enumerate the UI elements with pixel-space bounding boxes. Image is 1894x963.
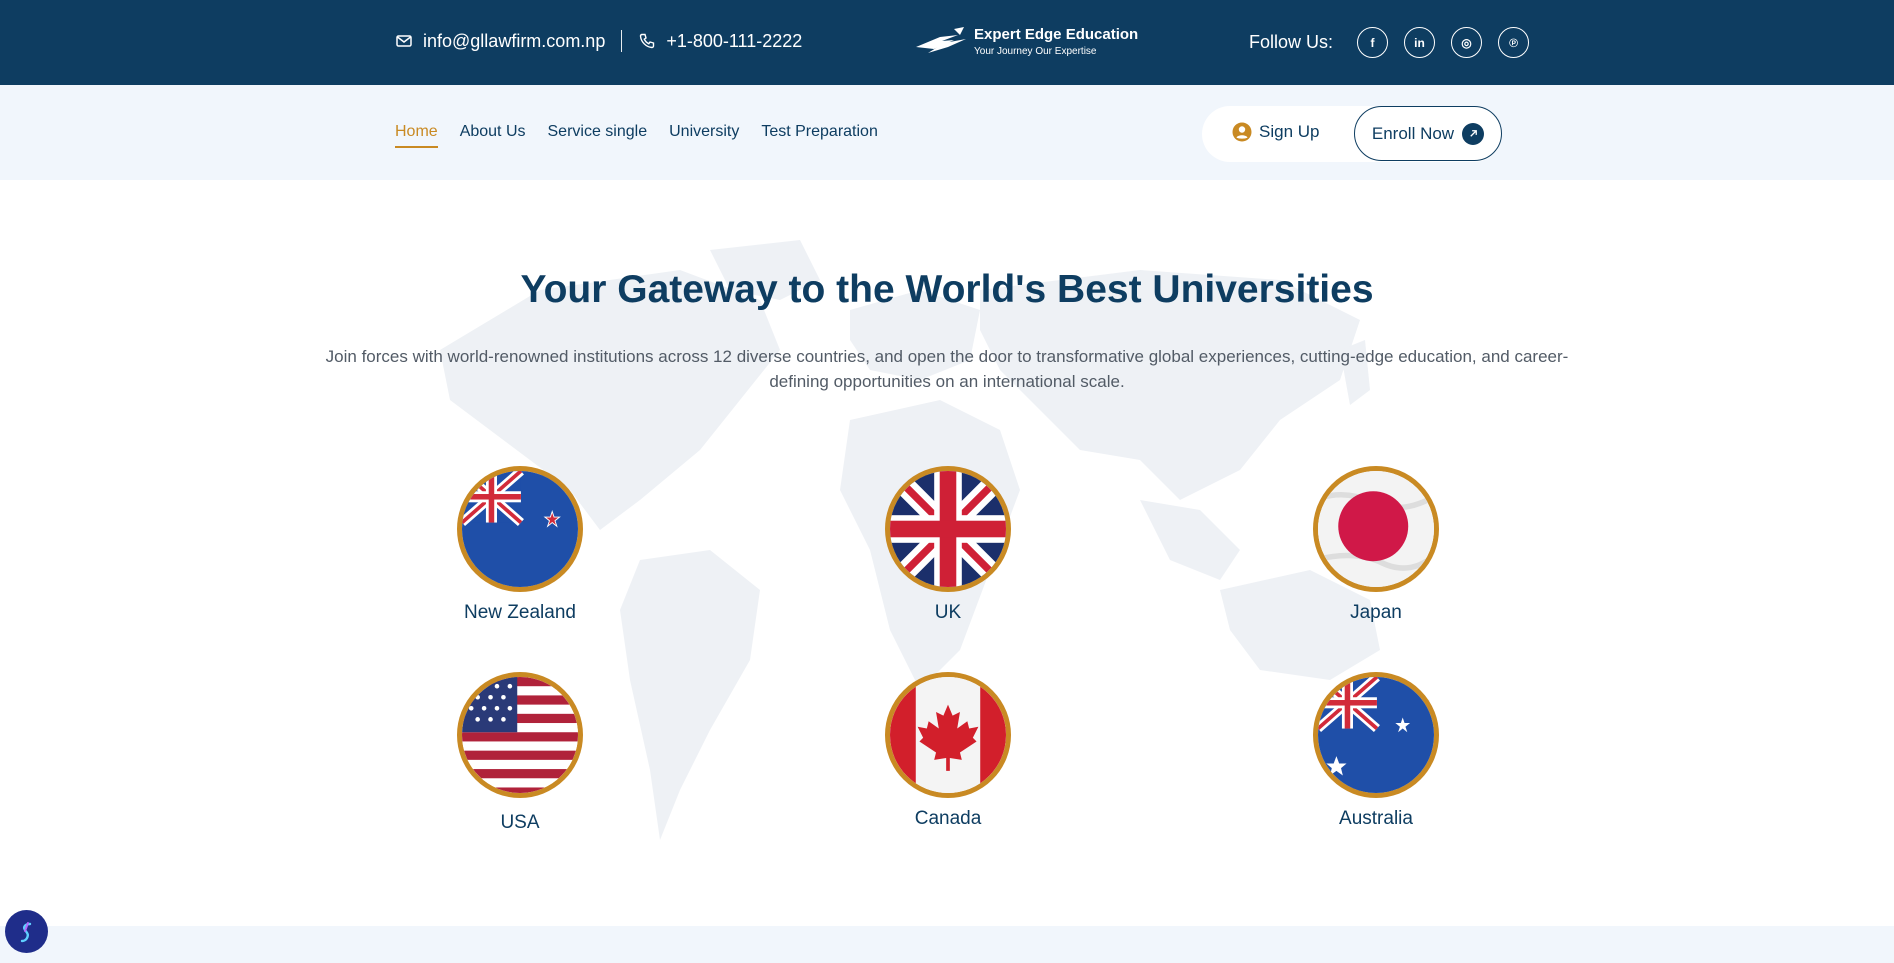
divider xyxy=(621,30,623,52)
country-card-new-zealand[interactable]: New Zealand xyxy=(420,466,620,624)
country-card-uk[interactable]: UK xyxy=(848,466,1048,624)
country-name-uk: UK xyxy=(934,602,962,623)
chat-widget-icon xyxy=(20,921,31,942)
country-name-canada: Canada xyxy=(914,808,982,829)
phone-icon xyxy=(638,32,656,50)
nav-item-university[interactable]: University xyxy=(669,123,739,148)
nav-item-test-preparation[interactable]: Test Preparation xyxy=(761,123,878,148)
country-name-new-zealand: New Zealand xyxy=(464,602,576,623)
japan-flag-icon xyxy=(1313,466,1439,592)
nav-item-service-single[interactable]: Service single xyxy=(548,123,648,148)
arrow-up-right-icon xyxy=(1462,122,1485,145)
follow-label: Follow Us: xyxy=(1249,32,1334,52)
enroll-label: Enroll Now xyxy=(1371,123,1455,143)
canada-flag-icon xyxy=(885,672,1011,798)
user-icon xyxy=(1232,122,1252,142)
australia-flag-icon xyxy=(1313,672,1439,798)
uk-flag-icon xyxy=(885,466,1011,592)
nav-bar: Home About Us Service single University … xyxy=(0,85,1894,180)
phone-link[interactable]: +1-800-111-2222 xyxy=(666,31,802,52)
instagram-icon[interactable]: ◎ xyxy=(1451,27,1483,58)
pinterest-icon[interactable]: ℗ xyxy=(1498,27,1530,58)
top-bar: info@gllawfirm.com.np +1-800-111-2222 Ex… xyxy=(0,0,1894,85)
page-description: Join forces with world-renowned institut… xyxy=(325,347,1569,391)
nav-item-home[interactable]: Home xyxy=(395,123,438,148)
new-zealand-flag-icon xyxy=(457,466,583,592)
logo-name: Expert Edge Education xyxy=(974,26,1139,43)
enroll-now-button[interactable]: Enroll Now xyxy=(1354,106,1502,161)
sign-up-button[interactable]: Sign Up xyxy=(1232,122,1319,142)
country-name-usa: USA xyxy=(500,812,540,833)
logo-mark-icon xyxy=(916,27,966,53)
country-card-usa[interactable]: USA xyxy=(420,672,620,834)
usa-flag-icon xyxy=(457,672,583,798)
facebook-icon[interactable]: f xyxy=(1357,27,1389,58)
country-card-australia[interactable]: Australia xyxy=(1276,672,1476,830)
email-link[interactable]: info@gllawfirm.com.np xyxy=(423,31,605,52)
country-card-canada[interactable]: Canada xyxy=(848,672,1048,830)
next-section-strip xyxy=(0,926,1894,963)
main-nav: Home About Us Service single University … xyxy=(395,123,900,148)
country-name-japan: Japan xyxy=(1350,602,1402,623)
country-card-japan[interactable]: Japan xyxy=(1276,466,1476,624)
site-logo[interactable]: Expert Edge Education Your Journey Our E… xyxy=(914,25,1138,61)
linkedin-icon[interactable]: in xyxy=(1404,27,1436,58)
nav-item-about-us[interactable]: About Us xyxy=(460,123,526,148)
country-name-australia: Australia xyxy=(1339,808,1413,829)
logo-tagline: Your Journey Our Expertise xyxy=(974,46,1097,57)
mail-icon xyxy=(395,32,413,50)
social-links: Follow Us: f in ◎ ℗ xyxy=(1249,27,1530,58)
sign-up-label: Sign Up xyxy=(1259,122,1320,141)
contact-info: info@gllawfirm.com.np +1-800-111-2222 xyxy=(395,30,802,52)
chat-widget-button[interactable] xyxy=(5,910,48,953)
page-title: Your Gateway to the World's Best Univers… xyxy=(520,268,1374,311)
